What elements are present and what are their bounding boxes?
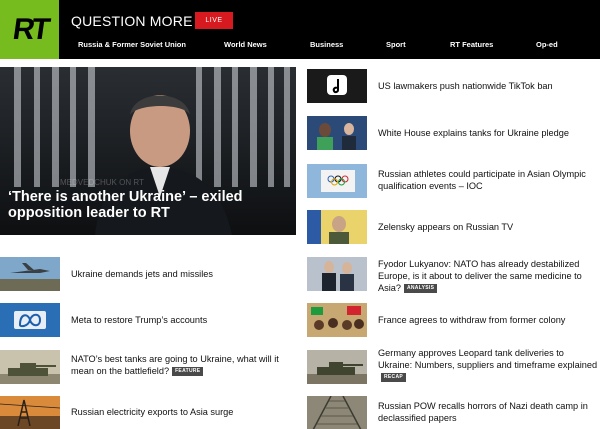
zelensky-image (307, 210, 367, 244)
olympic-flag-image (307, 164, 367, 198)
news-headline-olympic[interactable]: Russian athletes could participate in As… (378, 168, 593, 192)
news-thumbnail[interactable] (307, 350, 367, 384)
protest-image (307, 303, 367, 337)
svg-text:MEDVEDCHUK ON RT: MEDVEDCHUK ON RT (60, 178, 144, 187)
news-thumbnail[interactable] (307, 257, 367, 291)
news-thumbnail[interactable] (307, 69, 367, 103)
tagline: QUESTION MORE (71, 13, 193, 29)
live-button[interactable]: LIVE (195, 12, 233, 29)
news-headline-white-house[interactable]: White House explains tanks for Ukraine p… (378, 127, 593, 139)
news-headline-electricity[interactable]: Russian electricity exports to Asia surg… (71, 406, 286, 418)
recap-badge: RECAP (381, 373, 407, 383)
nav-item-world-news[interactable]: World News (224, 40, 267, 49)
main-nav: Russia & Former Soviet Union World News … (0, 40, 600, 54)
tank-image (0, 350, 60, 384)
news-headline-lukyanov[interactable]: Fyodor Lukyanov: NATO has already destab… (378, 258, 598, 294)
news-headline-zelensky[interactable]: Zelensky appears on Russian TV (378, 221, 593, 233)
news-headline-france[interactable]: France agrees to withdraw from former co… (378, 314, 593, 326)
nav-item-russia[interactable]: Russia & Former Soviet Union (78, 40, 186, 49)
news-thumbnail[interactable] (307, 164, 367, 198)
news-thumbnail[interactable] (307, 116, 367, 150)
white-house-image (307, 116, 367, 150)
news-thumbnail[interactable] (307, 210, 367, 244)
jets-image (0, 257, 60, 291)
news-headline-jets[interactable]: Ukraine demands jets and missiles (71, 268, 286, 280)
nav-item-business[interactable]: Business (310, 40, 343, 49)
news-thumbnail[interactable] (307, 396, 367, 429)
meta-image (0, 303, 60, 337)
news-thumbnail[interactable] (0, 303, 60, 337)
news-headline-pow[interactable]: Russian POW recalls horrors of Nazi deat… (378, 400, 598, 424)
hero-headline[interactable]: ‘There is another Ukraine’ – exiled oppo… (8, 189, 293, 221)
nato-leaders-image (307, 257, 367, 291)
analysis-badge: ANALYSIS (403, 284, 438, 294)
news-headline-leopard[interactable]: Germany approves Leopard tank deliveries… (378, 347, 598, 383)
nav-item-sport[interactable]: Sport (386, 40, 406, 49)
news-thumbnail[interactable] (0, 350, 60, 384)
news-thumbnail[interactable] (0, 257, 60, 291)
hero-story[interactable]: MEDVEDCHUK ON RT ‘There is another Ukrai… (0, 67, 296, 235)
railway-image (307, 396, 367, 429)
power-lines-image (0, 396, 60, 429)
leopard-tank-image (307, 350, 367, 384)
tiktok-image (307, 69, 367, 103)
news-headline-tanks[interactable]: NATO’s best tanks are going to Ukraine, … (71, 353, 291, 377)
feature-badge: FEATURE (172, 367, 204, 377)
nav-item-op-ed[interactable]: Op-ed (536, 40, 558, 49)
news-thumbnail[interactable] (0, 396, 60, 429)
news-headline-meta[interactable]: Meta to restore Trump’s accounts (71, 314, 286, 326)
site-header: RT QUESTION MORE LIVE Russia & Former So… (0, 0, 600, 59)
news-headline-tiktok[interactable]: US lawmakers push nationwide TikTok ban (378, 80, 593, 92)
news-thumbnail[interactable] (307, 303, 367, 337)
nav-item-rt-features[interactable]: RT Features (450, 40, 493, 49)
